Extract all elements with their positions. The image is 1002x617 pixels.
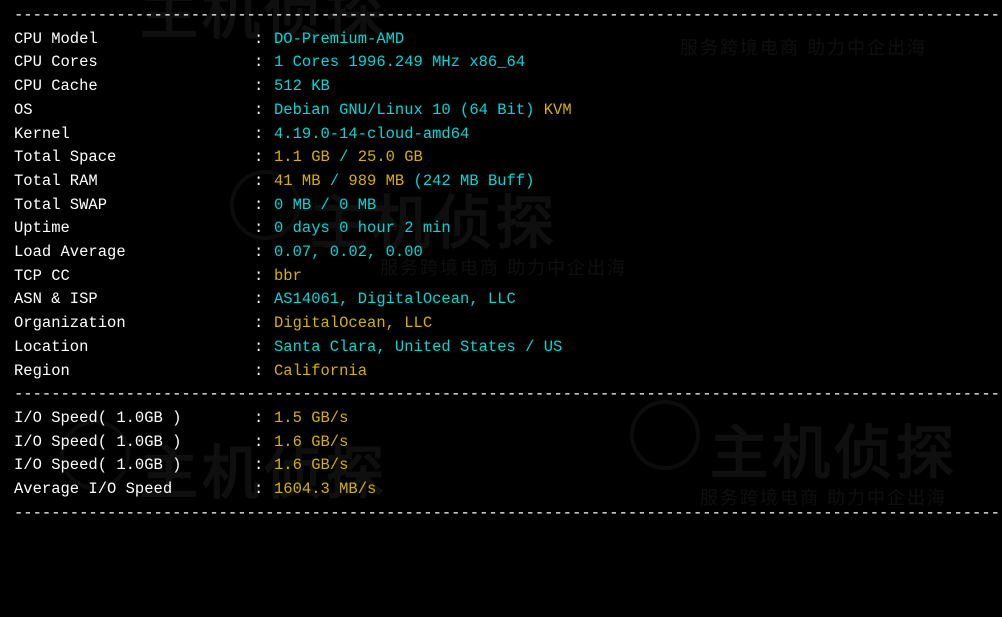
row-label: Uptime bbox=[14, 217, 254, 241]
info-row: OS : Debian GNU/Linux 10 (64 Bit) KVM bbox=[0, 99, 1002, 123]
row-value: 0 days 0 hour 2 min bbox=[274, 217, 988, 241]
colon: : bbox=[254, 51, 274, 75]
row-value: bbr bbox=[274, 265, 988, 289]
terminal-output: ----------------------------------------… bbox=[0, 4, 1002, 525]
row-label: ASN & ISP bbox=[14, 288, 254, 312]
row-label: TCP CC bbox=[14, 265, 254, 289]
row-label: OS bbox=[14, 99, 254, 123]
info-row: CPU Model : DO-Premium-AMD bbox=[0, 28, 1002, 52]
row-label: I/O Speed( 1.0GB ) bbox=[14, 431, 254, 455]
system-info-section: CPU Model : DO-Premium-AMDCPU Cores : 1 … bbox=[0, 28, 1002, 384]
colon: : bbox=[254, 360, 274, 384]
colon: : bbox=[254, 241, 274, 265]
colon: : bbox=[254, 431, 274, 455]
info-row: CPU Cache : 512 KB bbox=[0, 75, 1002, 99]
row-label: Total SWAP bbox=[14, 194, 254, 218]
info-row: ASN & ISP : AS14061, DigitalOcean, LLC bbox=[0, 288, 1002, 312]
row-label: CPU Model bbox=[14, 28, 254, 52]
row-value: 1.5 GB/s bbox=[274, 407, 988, 431]
info-row: Average I/O Speed : 1604.3 MB/s bbox=[0, 478, 1002, 502]
row-label: Region bbox=[14, 360, 254, 384]
colon: : bbox=[254, 217, 274, 241]
row-label: CPU Cache bbox=[14, 75, 254, 99]
colon: : bbox=[254, 478, 274, 502]
colon: : bbox=[254, 288, 274, 312]
row-value: DO-Premium-AMD bbox=[274, 28, 988, 52]
info-row: Region : California bbox=[0, 360, 1002, 384]
colon: : bbox=[254, 194, 274, 218]
row-label: I/O Speed( 1.0GB ) bbox=[14, 454, 254, 478]
row-value: 1.6 GB/s bbox=[274, 431, 988, 455]
colon: : bbox=[254, 123, 274, 147]
row-label: Total RAM bbox=[14, 170, 254, 194]
row-label: Kernel bbox=[14, 123, 254, 147]
row-label: Organization bbox=[14, 312, 254, 336]
row-value: 4.19.0-14-cloud-amd64 bbox=[274, 123, 988, 147]
colon: : bbox=[254, 28, 274, 52]
info-row: CPU Cores : 1 Cores 1996.249 MHz x86_64 bbox=[0, 51, 1002, 75]
info-row: Uptime : 0 days 0 hour 2 min bbox=[0, 217, 1002, 241]
colon: : bbox=[254, 99, 274, 123]
row-value: 0 MB / 0 MB bbox=[274, 194, 988, 218]
info-row: I/O Speed( 1.0GB ) : 1.6 GB/s bbox=[0, 454, 1002, 478]
row-value: 512 KB bbox=[274, 75, 988, 99]
row-label: CPU Cores bbox=[14, 51, 254, 75]
info-row: I/O Speed( 1.0GB ) : 1.5 GB/s bbox=[0, 407, 1002, 431]
row-value: 0.07, 0.02, 0.00 bbox=[274, 241, 988, 265]
colon: : bbox=[254, 312, 274, 336]
row-value: 1.6 GB/s bbox=[274, 454, 988, 478]
row-label: Load Average bbox=[14, 241, 254, 265]
colon: : bbox=[254, 454, 274, 478]
info-row: Total SWAP : 0 MB / 0 MB bbox=[0, 194, 1002, 218]
separator-line: ----------------------------------------… bbox=[0, 383, 1002, 407]
info-row: Load Average : 0.07, 0.02, 0.00 bbox=[0, 241, 1002, 265]
info-row: Total RAM : 41 MB / 989 MB (242 MB Buff) bbox=[0, 170, 1002, 194]
row-label: Total Space bbox=[14, 146, 254, 170]
row-value: Debian GNU/Linux 10 (64 Bit) KVM bbox=[274, 99, 988, 123]
info-row: Location : Santa Clara, United States / … bbox=[0, 336, 1002, 360]
colon: : bbox=[254, 170, 274, 194]
row-value: AS14061, DigitalOcean, LLC bbox=[274, 288, 988, 312]
row-value: 1604.3 MB/s bbox=[274, 478, 988, 502]
info-row: I/O Speed( 1.0GB ) : 1.6 GB/s bbox=[0, 431, 1002, 455]
info-row: TCP CC : bbr bbox=[0, 265, 1002, 289]
row-value: Santa Clara, United States / US bbox=[274, 336, 988, 360]
row-value: 1.1 GB / 25.0 GB bbox=[274, 146, 988, 170]
colon: : bbox=[254, 75, 274, 99]
row-value: California bbox=[274, 360, 988, 384]
row-label: Average I/O Speed bbox=[14, 478, 254, 502]
separator-line: ----------------------------------------… bbox=[0, 502, 1002, 526]
row-label: Location bbox=[14, 336, 254, 360]
row-value: DigitalOcean, LLC bbox=[274, 312, 988, 336]
row-value: 1 Cores 1996.249 MHz x86_64 bbox=[274, 51, 988, 75]
colon: : bbox=[254, 407, 274, 431]
info-row: Total Space : 1.1 GB / 25.0 GB bbox=[0, 146, 1002, 170]
info-row: Organization : DigitalOcean, LLC bbox=[0, 312, 1002, 336]
row-label: I/O Speed( 1.0GB ) bbox=[14, 407, 254, 431]
separator-line: ----------------------------------------… bbox=[0, 4, 1002, 28]
row-value: 41 MB / 989 MB (242 MB Buff) bbox=[274, 170, 988, 194]
colon: : bbox=[254, 146, 274, 170]
colon: : bbox=[254, 336, 274, 360]
io-speed-section: I/O Speed( 1.0GB ) : 1.5 GB/sI/O Speed( … bbox=[0, 407, 1002, 502]
info-row: Kernel : 4.19.0-14-cloud-amd64 bbox=[0, 123, 1002, 147]
colon: : bbox=[254, 265, 274, 289]
